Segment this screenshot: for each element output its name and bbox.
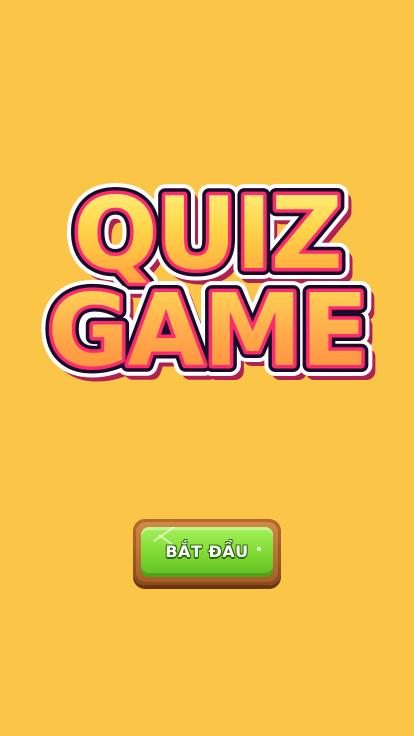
quiz-game-start-screen: QUIZ QUIZ QUIZ QUIZ QUIZ GAME GAME GAME …: [0, 0, 414, 736]
logo-line-game: GAME GAME GAME GAME GAME: [36, 261, 382, 400]
logo-graphic: QUIZ QUIZ QUIZ QUIZ QUIZ GAME GAME GAME …: [36, 170, 382, 400]
start-button-face: BẮT ĐẦU: [141, 527, 273, 577]
svg-text:GAME: GAME: [47, 272, 366, 389]
quiz-game-logo: QUIZ QUIZ QUIZ QUIZ QUIZ GAME GAME GAME …: [0, 170, 414, 400]
start-button[interactable]: BẮT ĐẦU: [133, 519, 281, 589]
start-button-label: BẮT ĐẦU: [165, 542, 249, 561]
